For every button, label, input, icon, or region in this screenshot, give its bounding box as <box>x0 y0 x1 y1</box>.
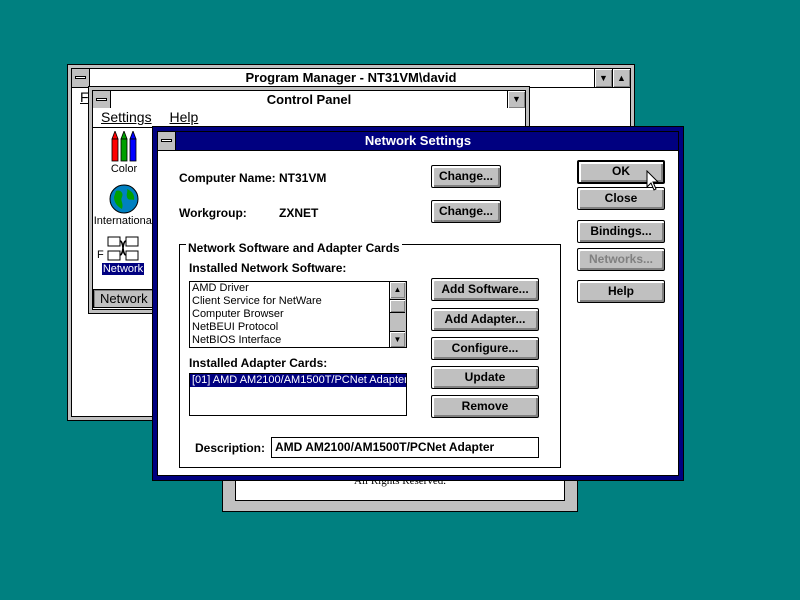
cp-item-label: Color <box>110 163 138 175</box>
computer-name-label: Computer Name: <box>179 171 276 185</box>
scroll-down-icon[interactable]: ▼ <box>390 331 405 347</box>
workgroup-label: Workgroup: <box>179 206 247 220</box>
control-panel-titlebar[interactable]: Control Panel ▼ <box>92 90 526 109</box>
software-list-item[interactable]: Client Service for NetWare <box>190 295 406 308</box>
network-settings-titlebar[interactable]: Network Settings <box>157 131 679 151</box>
cp-item-label: Network <box>101 263 145 275</box>
program-manager-system-menu[interactable] <box>72 69 90 87</box>
installed-software-list[interactable]: AMD Driver Client Service for NetWare Comp… <box>189 281 407 348</box>
add-software-button[interactable]: Add Software... <box>431 278 539 301</box>
maximize-icon[interactable]: ▲ <box>612 69 630 87</box>
color-crayons-icon <box>111 131 137 162</box>
globe-icon <box>109 184 139 214</box>
mouse-cursor-icon <box>646 170 660 191</box>
control-panel-menubar: Settings Help <box>93 108 525 128</box>
software-list-item[interactable]: AMD Driver <box>190 282 406 295</box>
software-items: AMD Driver Client Service for NetWare Comp… <box>190 282 406 347</box>
control-panel-title: Control Panel <box>266 92 352 107</box>
installed-adapters-list[interactable]: [01] AMD AM2100/AM1500T/PCNet Adapter <box>189 373 407 416</box>
status-text: Network <box>100 291 148 306</box>
group-title: Network Software and Adapter Cards <box>186 241 402 255</box>
installed-adapters-label: Installed Adapter Cards: <box>189 356 328 370</box>
program-manager-title: Program Manager - NT31VM\david <box>245 70 457 85</box>
network-icon <box>107 236 139 261</box>
network-settings-dialog: Network Settings Computer Name: NT31VM C… <box>152 126 684 481</box>
scroll-thumb[interactable] <box>390 299 405 313</box>
dialog-title: Network Settings <box>364 133 472 148</box>
bindings-button[interactable]: Bindings... <box>577 220 665 243</box>
adapter-list-item[interactable]: [01] AMD AM2100/AM1500T/PCNet Adapter <box>190 374 406 387</box>
adapter-items: [01] AMD AM2100/AM1500T/PCNet Adapter <box>190 374 406 387</box>
change-workgroup-button[interactable]: Change... <box>431 200 501 223</box>
cp-item-network[interactable]: Network <box>101 235 145 281</box>
installed-software-label: Installed Network Software: <box>189 261 347 275</box>
update-button[interactable]: Update <box>431 366 539 389</box>
dialog-system-menu[interactable] <box>158 132 176 150</box>
cp-item-international[interactable]: International <box>91 183 157 229</box>
description-label: Description: <box>195 441 266 455</box>
menu-settings[interactable]: Settings <box>101 109 152 125</box>
change-computer-name-button[interactable]: Change... <box>431 165 501 188</box>
control-panel-system-menu[interactable] <box>93 91 111 108</box>
menu-help[interactable]: Help <box>169 109 198 125</box>
program-manager-titlebar[interactable]: Program Manager - NT31VM\david ▼ ▲ <box>71 68 631 88</box>
software-list-item[interactable]: Computer Browser <box>190 308 406 321</box>
description-value: AMD AM2100/AM1500T/PCNet Adapter <box>275 440 495 454</box>
networks-button[interactable]: Networks... <box>577 248 665 271</box>
configure-button[interactable]: Configure... <box>431 337 539 360</box>
add-adapter-button[interactable]: Add Adapter... <box>431 308 539 331</box>
software-list-item[interactable]: NetBIOS Interface <box>190 334 406 347</box>
workgroup-value: ZXNET <box>279 206 319 220</box>
remove-button[interactable]: Remove <box>431 395 539 418</box>
software-scrollbar[interactable]: ▲ ▼ <box>389 282 406 347</box>
minimize-icon[interactable]: ▼ <box>507 91 525 108</box>
scroll-up-icon[interactable]: ▲ <box>390 282 405 298</box>
cp-item-label: International <box>93 215 155 227</box>
control-panel-status-bar: Network <box>93 289 157 308</box>
software-list-item[interactable]: NetBEUI Protocol <box>190 321 406 334</box>
computer-name-value: NT31VM <box>279 171 327 185</box>
help-button[interactable]: Help <box>577 280 665 303</box>
minimize-icon[interactable]: ▼ <box>594 69 612 87</box>
cp-item-color[interactable]: Color <box>103 131 145 181</box>
description-field: AMD AM2100/AM1500T/PCNet Adapter <box>271 437 539 458</box>
